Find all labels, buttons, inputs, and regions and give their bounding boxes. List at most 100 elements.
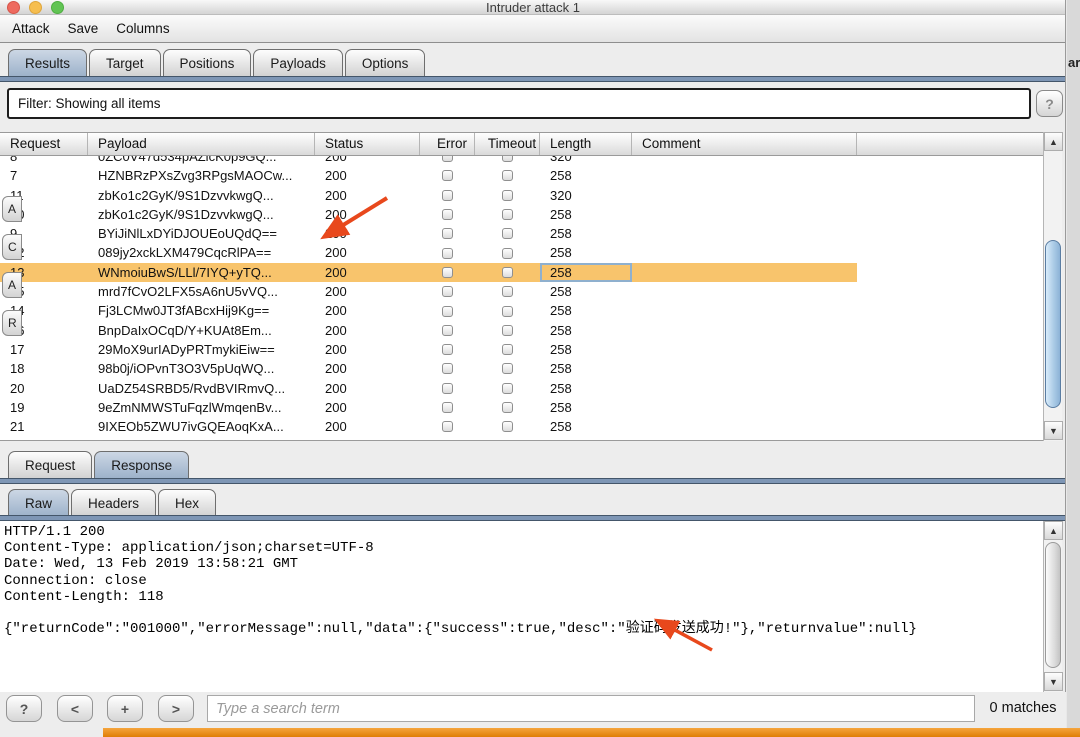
tab-target[interactable]: Target: [89, 49, 161, 76]
comment-value: [632, 224, 857, 243]
table-row[interactable]: 13WNmoiuBwS/LLl/7IYQ+yTQ...200258: [0, 263, 857, 282]
table-scrollbar-thumb[interactable]: [1045, 240, 1061, 408]
tab-response[interactable]: Response: [94, 451, 189, 478]
scroll-up-icon[interactable]: ▲: [1044, 521, 1063, 540]
tab-payloads[interactable]: Payloads: [253, 49, 343, 76]
tab-request[interactable]: Request: [8, 451, 92, 478]
background-clear-button-fragment[interactable]: C: [2, 234, 22, 260]
status-code: 200: [315, 186, 420, 205]
timeout-checkbox[interactable]: [502, 383, 513, 394]
table-row[interactable]: 199eZmNMWSTuFqzlWmqenBv...200258: [0, 398, 857, 417]
search-help-button[interactable]: ?: [6, 695, 42, 722]
background-auto-button-fragment[interactable]: A: [2, 272, 22, 298]
column-header-timeout[interactable]: Timeout: [475, 133, 540, 155]
status-code: 200: [315, 166, 420, 185]
comment-value: [632, 301, 857, 320]
error-checkbox[interactable]: [442, 363, 453, 374]
table-row[interactable]: 12089jy2xckLXM479CqcRlPA==200258: [0, 243, 857, 262]
status-code: 200: [315, 398, 420, 417]
table-row[interactable]: 11zbKo1c2GyK/9S1DzvvkwgQ...200320: [0, 186, 857, 205]
column-header-length[interactable]: Length: [540, 133, 632, 155]
timeout-checkbox[interactable]: [502, 421, 513, 432]
timeout-checkbox[interactable]: [502, 402, 513, 413]
background-add-button-fragment[interactable]: A: [2, 196, 22, 222]
column-header-status[interactable]: Status: [315, 133, 420, 155]
column-header-error[interactable]: Error: [420, 133, 475, 155]
timeout-checkbox[interactable]: [502, 306, 513, 317]
error-checkbox[interactable]: [442, 421, 453, 432]
tab-results[interactable]: Results: [8, 49, 87, 76]
scroll-down-icon[interactable]: ▼: [1044, 421, 1063, 440]
error-cell: [420, 186, 475, 205]
table-row[interactable]: 14Fj3LCMw0JT3fABcxHij9Kg==200258: [0, 301, 857, 320]
response-scrollbar[interactable]: ▲ ▼: [1043, 521, 1062, 692]
table-row[interactable]: 7HZNBRzPXsZvg3RPgsMAOCw...200258: [0, 166, 857, 185]
status-code: 200: [315, 417, 420, 436]
request-number: 17: [0, 340, 88, 359]
search-input[interactable]: [207, 695, 975, 722]
timeout-checkbox[interactable]: [502, 228, 513, 239]
timeout-checkbox[interactable]: [502, 170, 513, 181]
error-cell: [420, 156, 475, 166]
timeout-checkbox[interactable]: [502, 325, 513, 336]
scroll-up-icon[interactable]: ▲: [1044, 132, 1063, 151]
error-checkbox[interactable]: [442, 344, 453, 355]
column-header-comment[interactable]: Comment: [632, 133, 857, 155]
table-row[interactable]: 15mrd7fCvO2LFX5sA6nU5vVQ...200258: [0, 282, 857, 301]
column-header-request[interactable]: Request: [0, 133, 88, 155]
menu-save[interactable]: Save: [68, 21, 99, 36]
error-checkbox[interactable]: [442, 190, 453, 201]
timeout-checkbox[interactable]: [502, 363, 513, 374]
error-cell: [420, 263, 475, 282]
error-checkbox[interactable]: [442, 228, 453, 239]
timeout-checkbox[interactable]: [502, 190, 513, 201]
timeout-checkbox[interactable]: [502, 209, 513, 220]
view-tab-bar: Raw Headers Hex: [0, 489, 1065, 516]
table-scrollbar[interactable]: ▲ ▼: [1043, 132, 1062, 441]
table-row[interactable]: 1729MoX9urIADyPRTmykiEiw==200258: [0, 340, 857, 359]
error-checkbox[interactable]: [442, 286, 453, 297]
menu-columns[interactable]: Columns: [116, 21, 169, 36]
timeout-checkbox[interactable]: [502, 156, 513, 162]
tab-headers[interactable]: Headers: [71, 489, 156, 516]
error-checkbox[interactable]: [442, 402, 453, 413]
table-row[interactable]: 20UaDZ54SRBD5/RvdBVIRmvQ...200258: [0, 379, 857, 398]
timeout-checkbox[interactable]: [502, 344, 513, 355]
table-row[interactable]: 219IXEOb5ZWU7ivGQEAoqKxA...200258: [0, 417, 857, 436]
error-checkbox[interactable]: [442, 248, 453, 259]
tab-raw[interactable]: Raw: [8, 489, 69, 516]
menu-attack[interactable]: Attack: [12, 21, 50, 36]
background-refresh-button-fragment[interactable]: R: [2, 310, 22, 336]
error-checkbox[interactable]: [442, 325, 453, 336]
help-button[interactable]: ?: [1036, 90, 1063, 117]
error-checkbox[interactable]: [442, 170, 453, 181]
search-add-button[interactable]: +: [107, 695, 143, 722]
error-checkbox[interactable]: [442, 267, 453, 278]
error-checkbox[interactable]: [442, 306, 453, 317]
response-viewer[interactable]: HTTP/1.1 200 Content-Type: application/j…: [0, 521, 1043, 692]
length-value: 258: [540, 359, 632, 378]
column-header-payload[interactable]: Payload: [88, 133, 315, 155]
timeout-cell: [475, 379, 540, 398]
tab-hex[interactable]: Hex: [158, 489, 216, 516]
error-checkbox[interactable]: [442, 156, 453, 162]
error-checkbox[interactable]: [442, 383, 453, 394]
table-row[interactable]: 1898b0j/iOPvnT3O3V5pUqWQ...200258: [0, 359, 857, 378]
timeout-checkbox[interactable]: [502, 286, 513, 297]
table-row[interactable]: 80ZC0V47d534pAZicK0p9GQ...200320: [0, 156, 857, 166]
response-scrollbar-thumb[interactable]: [1045, 542, 1061, 668]
search-next-button[interactable]: >: [158, 695, 194, 722]
error-checkbox[interactable]: [442, 209, 453, 220]
main-tab-bar: Results Target Positions Payloads Option…: [0, 49, 1065, 76]
filter-bar[interactable]: Filter: Showing all items: [7, 88, 1031, 119]
scroll-down-icon[interactable]: ▼: [1044, 672, 1063, 691]
timeout-checkbox[interactable]: [502, 267, 513, 278]
status-code: 200: [315, 340, 420, 359]
table-row[interactable]: 10zbKo1c2GyK/9S1DzvvkwgQ...200258: [0, 205, 857, 224]
table-row[interactable]: 9BYiJiNlLxDYiDJOUEoUQdQ==200258: [0, 224, 857, 243]
tab-positions[interactable]: Positions: [163, 49, 252, 76]
timeout-checkbox[interactable]: [502, 248, 513, 259]
table-row[interactable]: 16BnpDaIxOCqD/Y+KUAt8Em...200258: [0, 321, 857, 340]
search-previous-button[interactable]: <: [57, 695, 93, 722]
tab-options[interactable]: Options: [345, 49, 426, 76]
